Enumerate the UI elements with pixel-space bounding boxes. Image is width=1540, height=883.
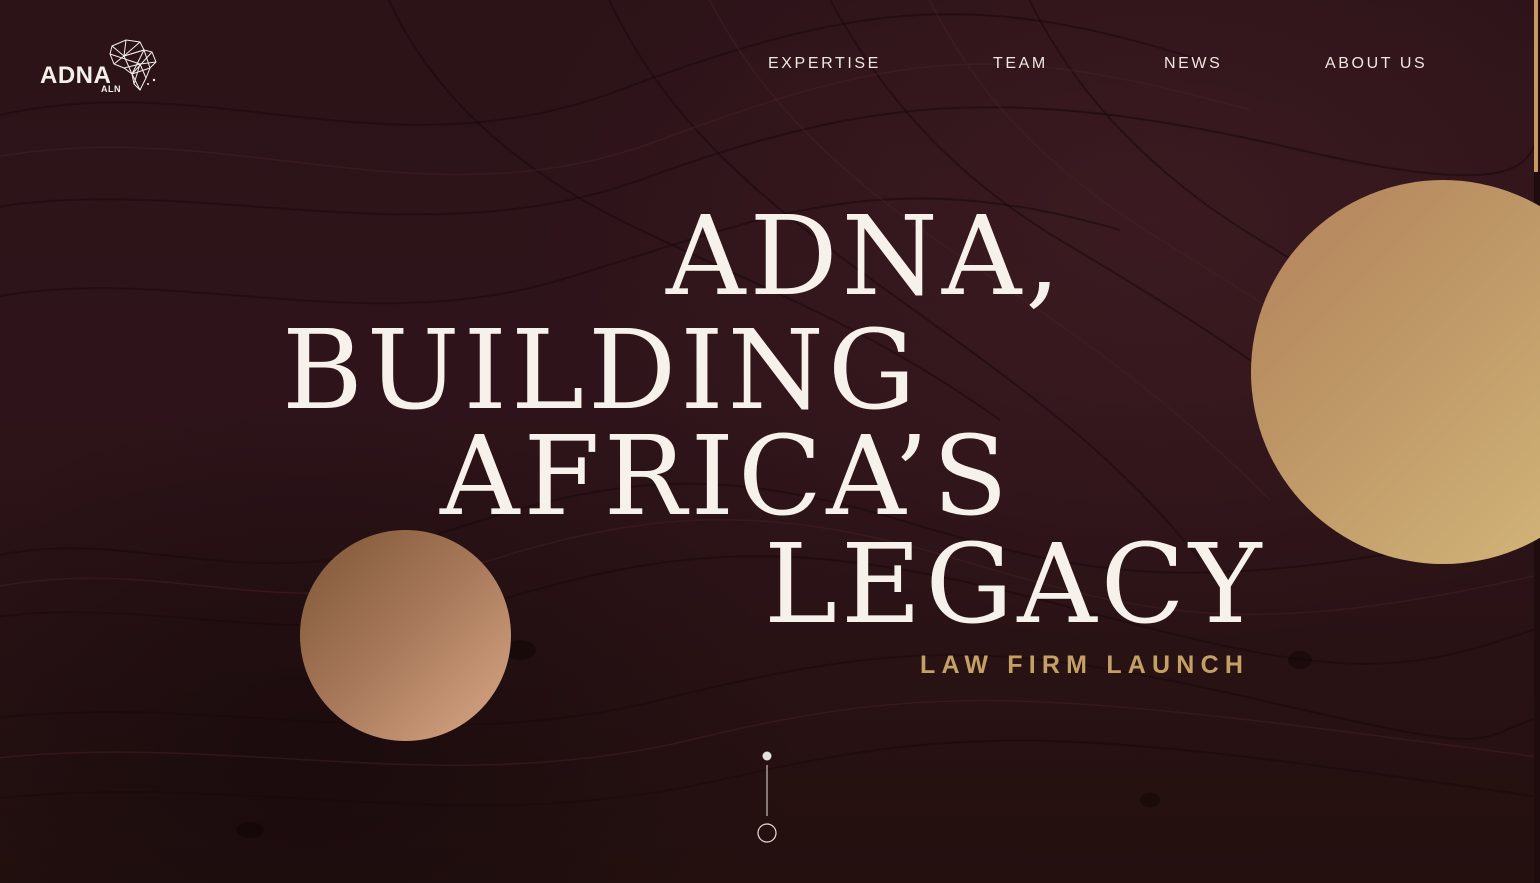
nav-item-team[interactable]: TEAM xyxy=(993,55,1048,73)
headline-line-2: BUILDING xyxy=(282,306,920,434)
page-scrollbar-thumb[interactable] xyxy=(1534,0,1538,172)
headline-line-4: LEGACY xyxy=(764,520,1266,648)
scroll-down-indicator-icon[interactable] xyxy=(756,750,778,844)
hero-subtitle: LAW FIRM LAUNCH xyxy=(920,651,1250,679)
nav-item-about-us[interactable]: ABOUT US xyxy=(1325,55,1427,73)
headline-line-1: ADNA, xyxy=(666,192,1065,320)
hero-section: ADNA ALN EXPERTISE TEAM NEWS ABOUT US AD… xyxy=(0,0,1540,883)
logo-subtext: ALN xyxy=(101,84,121,94)
nav-item-news[interactable]: NEWS xyxy=(1164,55,1222,73)
main-navigation: EXPERTISE TEAM NEWS ABOUT US xyxy=(0,55,1540,75)
headline-line-3: AFRICA’S xyxy=(440,412,1012,540)
decorative-small-bronze-circle xyxy=(300,530,511,741)
nav-item-expertise[interactable]: EXPERTISE xyxy=(768,55,881,73)
